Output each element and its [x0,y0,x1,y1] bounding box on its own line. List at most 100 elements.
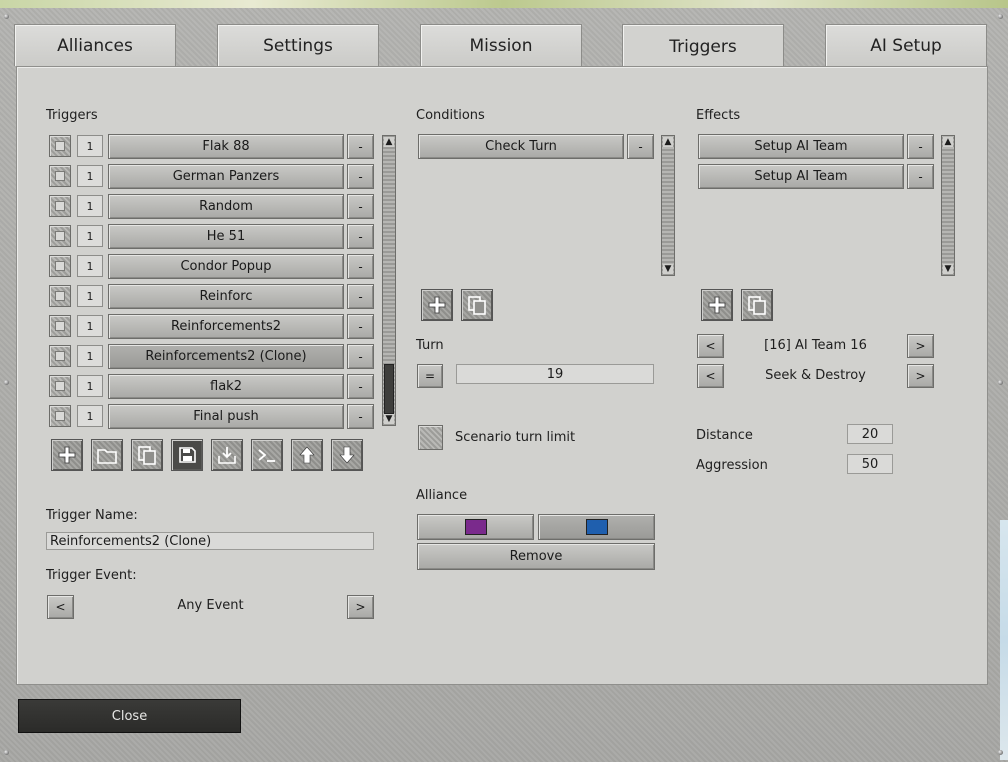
trigger-count[interactable]: 1 [77,375,103,397]
scroll-up-icon[interactable]: ▲ [943,137,953,147]
trigger-item[interactable]: German Panzers [108,164,344,189]
turn-value-input[interactable]: 19 [456,364,654,384]
move-up-button[interactable] [291,439,323,471]
trigger-item[interactable]: He 51 [108,224,344,249]
trigger-count[interactable]: 1 [77,255,103,277]
trigger-item[interactable]: Random [108,194,344,219]
team-prev-button[interactable]: < [697,334,724,358]
alliance-label: Alliance [416,488,468,503]
alliance-blue-button[interactable] [538,514,655,540]
scroll-down-icon[interactable]: ▼ [943,264,953,274]
trigger-item[interactable]: Reinforcements2 [108,314,344,339]
trigger-enabled-checkbox[interactable] [49,165,71,187]
trigger-item[interactable]: Final push [108,404,344,429]
trigger-count[interactable]: 1 [77,165,103,187]
remove-condition-button[interactable]: - [627,134,654,159]
trigger-enabled-checkbox[interactable] [49,195,71,217]
remove-trigger-button[interactable]: - [347,374,374,399]
copy-trigger-button[interactable] [131,439,163,471]
trigger-item-selected[interactable]: Reinforcements2 (Clone) [108,344,344,369]
scroll-up-icon[interactable]: ▲ [384,137,394,147]
open-trigger-button[interactable] [91,439,123,471]
trigger-enabled-checkbox[interactable] [49,285,71,307]
conditions-scrollbar[interactable]: ▲ ▼ [661,135,675,276]
trigger-count[interactable]: 1 [77,195,103,217]
editor-window: Alliances Settings Mission Triggers AI S… [0,0,1008,762]
trigger-enabled-checkbox[interactable] [49,345,71,367]
save-icon [179,447,196,463]
tab-settings[interactable]: Settings [217,24,379,66]
effects-scrollbar[interactable]: ▲ ▼ [941,135,955,276]
distance-input[interactable]: 20 [847,424,893,444]
remove-trigger-button[interactable]: - [347,314,374,339]
remove-trigger-button[interactable]: - [347,194,374,219]
distance-label: Distance [696,428,753,443]
remove-trigger-button[interactable]: - [347,404,374,429]
trigger-event-value: Any Event [177,598,244,613]
copy-effect-button[interactable] [741,289,773,321]
trigger-count[interactable]: 1 [77,345,103,367]
trigger-item[interactable]: Flak 88 [108,134,344,159]
scroll-thumb[interactable] [384,364,394,414]
rivet [998,14,1003,19]
import-trigger-button[interactable] [211,439,243,471]
remove-trigger-button[interactable]: - [347,164,374,189]
trigger-enabled-checkbox[interactable] [49,375,71,397]
trigger-name-input[interactable]: Reinforcements2 (Clone) [46,532,374,550]
trigger-count[interactable]: 1 [77,315,103,337]
remove-effect-button[interactable]: - [907,164,934,189]
remove-trigger-button[interactable]: - [347,284,374,309]
mode-prev-button[interactable]: < [697,364,724,388]
mode-next-button[interactable]: > [907,364,934,388]
add-trigger-button[interactable] [51,439,83,471]
conditions-heading: Conditions [416,108,485,123]
remove-trigger-button[interactable]: - [347,344,374,369]
save-trigger-button[interactable] [171,439,203,471]
trigger-count[interactable]: 1 [77,225,103,247]
effect-item[interactable]: Setup AI Team [698,164,904,189]
alliance-purple-button[interactable] [417,514,534,540]
trigger-event-label: Trigger Event: [46,568,137,583]
trigger-count[interactable]: 1 [77,285,103,307]
tab-mission[interactable]: Mission [420,24,582,66]
trigger-item[interactable]: Condor Popup [108,254,344,279]
scroll-down-icon[interactable]: ▼ [663,264,673,274]
trigger-event-next-button[interactable]: > [347,595,374,619]
trigger-list-scrollbar[interactable]: ▲ ▼ [382,135,396,426]
scroll-down-icon[interactable]: ▼ [384,414,394,424]
condition-check-turn[interactable]: Check Turn [418,134,624,159]
trigger-count[interactable]: 1 [77,405,103,427]
remove-effect-button[interactable]: - [907,134,934,159]
team-next-button[interactable]: > [907,334,934,358]
scroll-up-icon[interactable]: ▲ [663,137,673,147]
turn-operator-button[interactable]: = [417,364,443,388]
effect-item[interactable]: Setup AI Team [698,134,904,159]
alliance-remove-button[interactable]: Remove [417,543,655,570]
tab-triggers[interactable]: Triggers [622,24,784,69]
scenario-turn-limit-checkbox[interactable] [418,425,443,450]
copy-condition-button[interactable] [461,289,493,321]
remove-trigger-button[interactable]: - [347,134,374,159]
add-condition-button[interactable] [421,289,453,321]
tab-ai-setup[interactable]: AI Setup [825,24,987,66]
remove-trigger-button[interactable]: - [347,224,374,249]
ai-team-value: [16] AI Team 16 [764,338,867,353]
trigger-count[interactable]: 1 [77,135,103,157]
trigger-enabled-checkbox[interactable] [49,405,71,427]
trigger-item[interactable]: Reinforc [108,284,344,309]
turn-label: Turn [416,338,444,353]
close-button[interactable]: Close [18,699,241,733]
remove-trigger-button[interactable]: - [347,254,374,279]
tab-alliances[interactable]: Alliances [14,24,176,66]
trigger-enabled-checkbox[interactable] [49,315,71,337]
alliance-blue-swatch [585,519,608,535]
aggression-input[interactable]: 50 [847,454,893,474]
trigger-enabled-checkbox[interactable] [49,135,71,157]
trigger-enabled-checkbox[interactable] [49,225,71,247]
trigger-item[interactable]: flak2 [108,374,344,399]
trigger-event-prev-button[interactable]: < [47,595,74,619]
add-effect-button[interactable] [701,289,733,321]
console-button[interactable] [251,439,283,471]
move-down-button[interactable] [331,439,363,471]
trigger-enabled-checkbox[interactable] [49,255,71,277]
